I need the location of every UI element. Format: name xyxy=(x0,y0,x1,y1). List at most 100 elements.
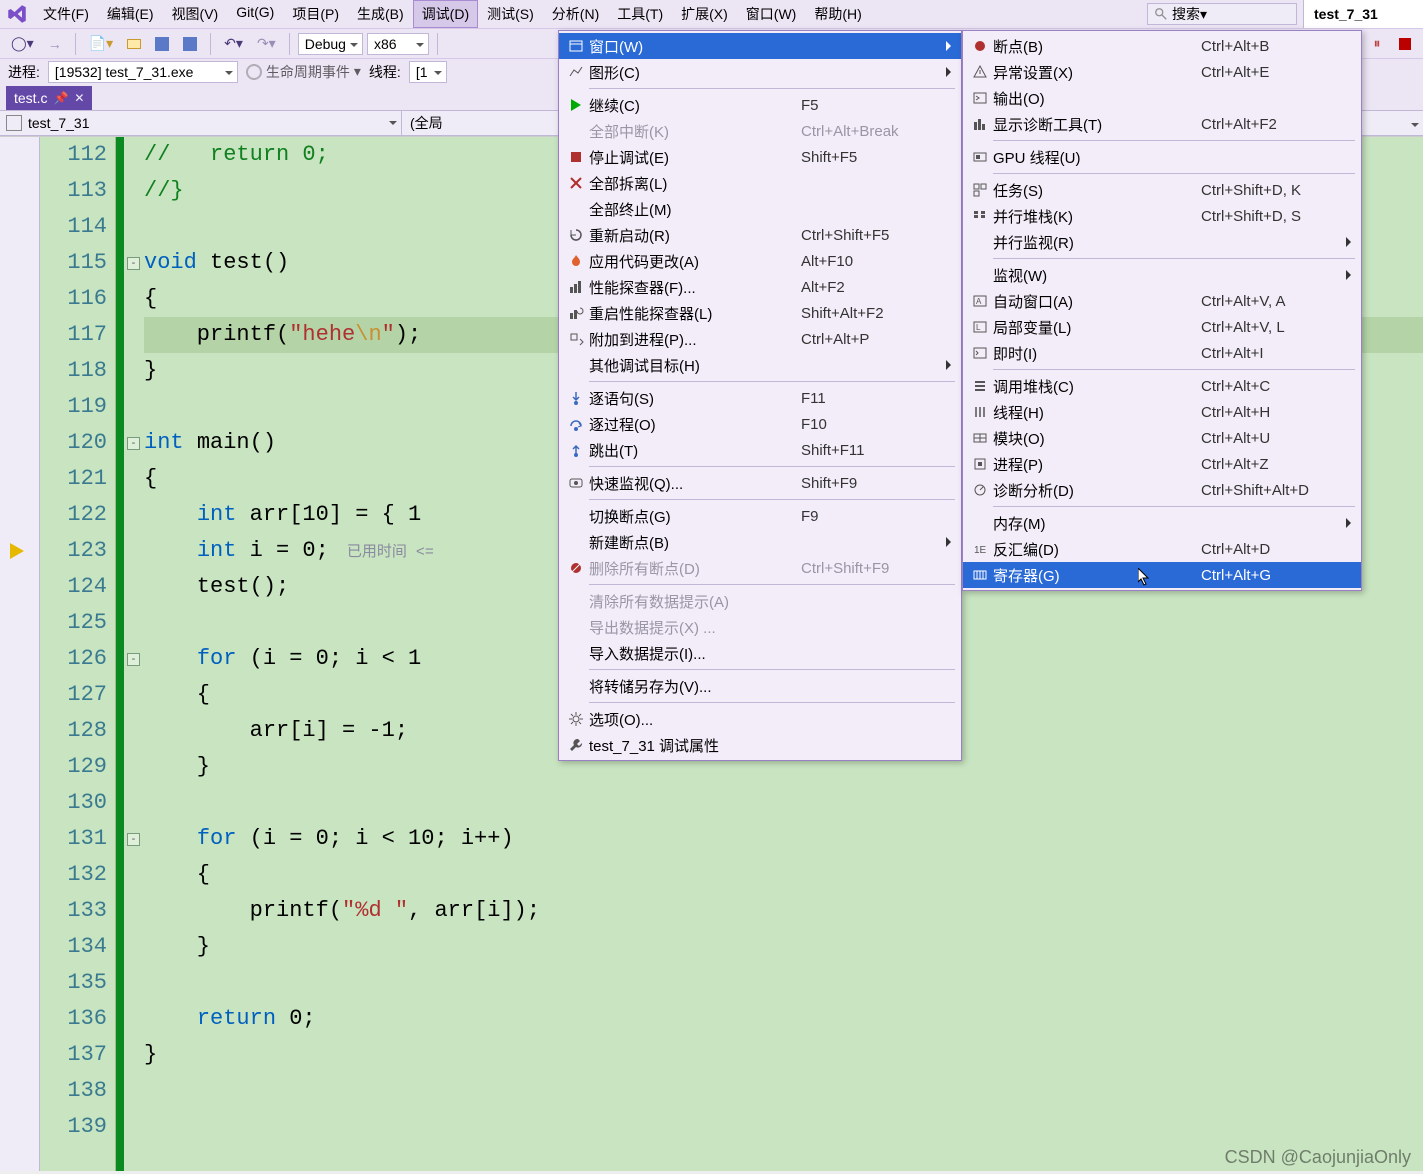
code-line[interactable]: } xyxy=(144,1037,1423,1073)
menu-item[interactable]: 图形(C) xyxy=(559,59,961,85)
menu-item[interactable]: 任务(S)Ctrl+Shift+D, K xyxy=(963,177,1361,203)
menu-item[interactable]: 窗口(W) xyxy=(559,33,961,59)
code-line[interactable] xyxy=(144,965,1423,1001)
menu-扩展x[interactable]: 扩展(X) xyxy=(672,0,737,28)
pause-button[interactable]: ⏸ xyxy=(1365,32,1389,56)
win-icon xyxy=(563,38,589,54)
open-button[interactable] xyxy=(122,32,146,56)
code-line[interactable]: { xyxy=(144,857,1423,893)
menu-item[interactable]: 逐过程(O)F10 xyxy=(559,411,961,437)
menu-item[interactable]: 切换断点(G)F9 xyxy=(559,503,961,529)
code-line[interactable] xyxy=(144,1109,1423,1145)
menu-item[interactable]: 诊断分析(D)Ctrl+Shift+Alt+D xyxy=(963,477,1361,503)
code-line[interactable] xyxy=(144,1073,1423,1109)
fold-margin[interactable]: - - - - xyxy=(124,137,144,1171)
save-all-button[interactable] xyxy=(178,32,202,56)
menu-item[interactable]: 监视(W) xyxy=(963,262,1361,288)
menu-帮助h[interactable]: 帮助(H) xyxy=(805,0,870,28)
indicator-margin[interactable] xyxy=(0,137,40,1171)
doc-tab-test-c[interactable]: test.c 📌 ✕ xyxy=(6,86,92,110)
sep xyxy=(437,33,438,55)
menu-item[interactable]: 应用代码更改(A)Alt+F10 xyxy=(559,248,961,274)
menu-item[interactable]: 停止调试(E)Shift+F5 xyxy=(559,144,961,170)
menu-item[interactable]: 显示诊断工具(T)Ctrl+Alt+F2 xyxy=(963,111,1361,137)
menu-item[interactable]: 其他调试目标(H) xyxy=(559,352,961,378)
cycle-icon xyxy=(246,64,262,80)
stop-button[interactable] xyxy=(1393,32,1417,56)
code-line[interactable] xyxy=(144,785,1423,821)
menu-item[interactable]: 寄存器(G)Ctrl+Alt+G xyxy=(963,562,1361,588)
menu-item-label: 继续(C) xyxy=(589,95,801,116)
pin-icon[interactable]: 📌 xyxy=(53,86,68,110)
menu-测试s[interactable]: 测试(S) xyxy=(478,0,543,28)
menu-item[interactable]: 并行监视(R) xyxy=(963,229,1361,255)
menu-item[interactable]: A自动窗口(A)Ctrl+Alt+V, A xyxy=(963,288,1361,314)
config-select[interactable]: Debug xyxy=(298,33,363,55)
nav-project-select[interactable]: test_7_31 xyxy=(0,111,402,135)
menu-item[interactable]: 进程(P)Ctrl+Alt+Z xyxy=(963,451,1361,477)
search-box[interactable]: 搜索▾ xyxy=(1147,3,1297,25)
new-dropdown[interactable]: 📄▾ xyxy=(84,32,118,56)
menu-item[interactable]: 性能探查器(F)...Alt+F2 xyxy=(559,274,961,300)
lifecycle-events[interactable]: 生命周期事件▾ xyxy=(246,62,361,82)
menu-item[interactable]: 快速监视(Q)...Shift+F9 xyxy=(559,470,961,496)
code-line[interactable]: printf("%d ", arr[i]); xyxy=(144,893,1423,929)
menu-item[interactable]: 并行堆栈(K)Ctrl+Shift+D, S xyxy=(963,203,1361,229)
menu-编辑e[interactable]: 编辑(E) xyxy=(98,0,163,28)
fold-toggle[interactable]: - xyxy=(127,257,140,270)
menu-窗口w[interactable]: 窗口(W) xyxy=(737,0,806,28)
cstack-icon xyxy=(967,378,993,394)
fold-toggle[interactable]: - xyxy=(127,437,140,450)
menu-视图v[interactable]: 视图(V) xyxy=(163,0,228,28)
undo-button[interactable]: ↶▾ xyxy=(219,32,248,56)
menu-生成b[interactable]: 生成(B) xyxy=(348,0,413,28)
menu-item[interactable]: 输出(O) xyxy=(963,85,1361,111)
menu-item[interactable]: GPU 线程(U) xyxy=(963,144,1361,170)
menu-文件f[interactable]: 文件(F) xyxy=(34,0,98,28)
menu-item[interactable]: 将转储另存为(V)... xyxy=(559,673,961,699)
menu-item[interactable]: 1E反汇编(D)Ctrl+Alt+D xyxy=(963,536,1361,562)
process-select[interactable]: [19532] test_7_31.exe xyxy=(48,61,238,83)
menu-工具t[interactable]: 工具(T) xyxy=(608,0,672,28)
platform-select[interactable]: x86 xyxy=(367,33,429,55)
menu-item[interactable]: 线程(H)Ctrl+Alt+H xyxy=(963,399,1361,425)
menu-item[interactable]: 异常设置(X)Ctrl+Alt+E xyxy=(963,59,1361,85)
menu-item[interactable]: 断点(B)Ctrl+Alt+B xyxy=(963,33,1361,59)
menu-item[interactable]: 继续(C)F5 xyxy=(559,92,961,118)
menu-item[interactable]: 全部终止(M) xyxy=(559,196,961,222)
fold-toggle[interactable]: - xyxy=(127,833,140,846)
code-line[interactable]: for (i = 0; i < 10; i++) xyxy=(144,821,1423,857)
menu-item[interactable]: 选项(O)... xyxy=(559,706,961,732)
code-line[interactable]: } xyxy=(144,929,1423,965)
project-icon xyxy=(6,115,22,131)
menu-item[interactable]: 内存(M) xyxy=(963,510,1361,536)
close-icon[interactable]: ✕ xyxy=(74,86,84,110)
nav-back-button[interactable]: ◯▾ xyxy=(6,32,39,56)
menu-item[interactable]: 重启性能探查器(L)Shift+Alt+F2 xyxy=(559,300,961,326)
code-line[interactable]: return 0; xyxy=(144,1001,1423,1037)
menu-item[interactable]: 导入数据提示(I)... xyxy=(559,640,961,666)
menu-item[interactable]: 逐语句(S)F11 xyxy=(559,385,961,411)
menu-item[interactable]: L局部变量(L)Ctrl+Alt+V, L xyxy=(963,314,1361,340)
menu-调试d[interactable]: 调试(D) xyxy=(413,0,478,28)
menu-item[interactable]: 新建断点(B) xyxy=(559,529,961,555)
menu-item-shortcut: Ctrl+Alt+B xyxy=(1201,38,1351,55)
menu-item-label: 逐过程(O) xyxy=(589,414,801,435)
menu-item[interactable]: 全部拆离(L) xyxy=(559,170,961,196)
thread-select[interactable]: [1 xyxy=(409,61,447,83)
menu-item[interactable]: 附加到进程(P)...Ctrl+Alt+P xyxy=(559,326,961,352)
save-button[interactable] xyxy=(150,32,174,56)
line-number: 129 xyxy=(40,749,107,785)
fold-toggle[interactable]: - xyxy=(127,653,140,666)
menu-分析n[interactable]: 分析(N) xyxy=(543,0,608,28)
menu-item[interactable]: 即时(I)Ctrl+Alt+I xyxy=(963,340,1361,366)
menu-item[interactable]: 重新启动(R)Ctrl+Shift+F5 xyxy=(559,222,961,248)
menu-item[interactable]: 模块(O)Ctrl+Alt+U xyxy=(963,425,1361,451)
menu-item[interactable]: 调用堆栈(C)Ctrl+Alt+C xyxy=(963,373,1361,399)
menu-项目p[interactable]: 项目(P) xyxy=(283,0,348,28)
menu-item[interactable]: test_7_31 调试属性 xyxy=(559,732,961,758)
nav-fwd-button[interactable]: → xyxy=(43,32,67,56)
redo-button[interactable]: ↷▾ xyxy=(252,32,281,56)
menu-item[interactable]: 跳出(T)Shift+F11 xyxy=(559,437,961,463)
menu-gitg[interactable]: Git(G) xyxy=(227,0,283,28)
